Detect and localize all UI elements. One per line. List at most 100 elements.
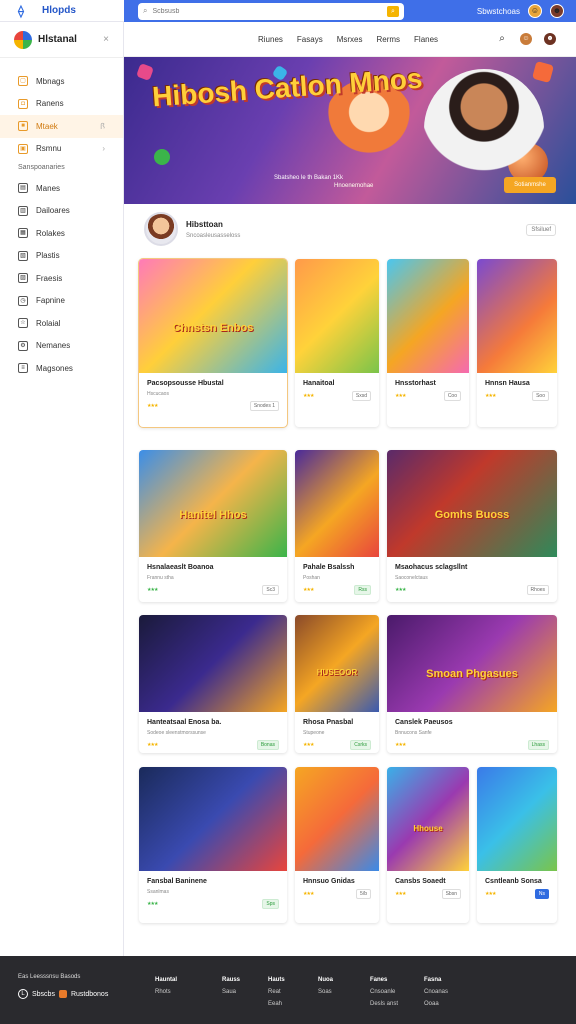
search-input[interactable] bbox=[152, 7, 382, 15]
footer-link[interactable]: Cnsoanle bbox=[370, 989, 395, 995]
avatar[interactable]: ☺ bbox=[528, 4, 542, 18]
search-button[interactable]: ⌕ bbox=[387, 5, 399, 17]
nav-link-5[interactable]: Flanes bbox=[414, 35, 438, 44]
nav-link-2[interactable]: Fasays bbox=[297, 35, 323, 44]
card-tag[interactable]: 5/b bbox=[356, 889, 371, 899]
game-title[interactable]: Hnsstorhast bbox=[387, 373, 469, 389]
game-card[interactable]: HUSEOOR Rhosa Pnasbal Stupeone ★★★ Csrks bbox=[295, 615, 379, 753]
card-tag[interactable]: Sc3 bbox=[262, 585, 279, 595]
game-thumbnail[interactable]: Chnstsn Enbos bbox=[139, 259, 287, 373]
profile-tag[interactable]: Sfsiluef bbox=[526, 224, 556, 236]
search-box[interactable]: ⌕ ⌕ bbox=[138, 2, 404, 20]
avatar-secondary[interactable]: ☻ bbox=[544, 33, 556, 45]
game-title[interactable]: Canslek Paeusos bbox=[387, 712, 557, 728]
footer-link[interactable]: Saua bbox=[222, 989, 236, 995]
card-tag[interactable]: Bonas bbox=[256, 740, 279, 750]
card-tag[interactable]: Sbsn bbox=[441, 889, 461, 899]
game-thumbnail[interactable]: Gomhs Buoss bbox=[387, 450, 557, 557]
game-card[interactable]: Hnsstorhast ★★★ Coo bbox=[387, 259, 469, 427]
game-thumbnail[interactable] bbox=[387, 259, 469, 373]
game-title[interactable]: Fansbal Baninene bbox=[139, 871, 287, 887]
game-card[interactable]: Smoan Phgasues Canslek Paeusos Bnnucons Sa… bbox=[387, 615, 557, 753]
game-title[interactable]: Csntleanb Sonsa bbox=[477, 871, 557, 887]
sidebar-item-9[interactable]: ▨ Fraesis bbox=[0, 267, 123, 290]
profile-block[interactable]: Hibsttoan Sncoasleusasseloss bbox=[144, 212, 240, 246]
sidebar-item-13[interactable]: ≡ Magsones bbox=[0, 357, 123, 380]
card-tag[interactable]: Sxsd bbox=[351, 391, 371, 401]
card-tag[interactable]: Csrks bbox=[350, 740, 371, 750]
game-thumbnail[interactable]: Smoan Phgasues bbox=[387, 615, 557, 712]
sidebar-item-11[interactable]: ☆ Rolaial bbox=[0, 312, 123, 335]
game-thumbnail[interactable] bbox=[139, 615, 287, 712]
footer-link[interactable]: Rhots bbox=[155, 989, 171, 995]
user-label[interactable]: Sbwstchoas bbox=[477, 7, 520, 16]
game-title[interactable]: Pacsopsousse Hbustal bbox=[139, 373, 287, 389]
game-card[interactable]: Gomhs Buoss Msaohacus sclagsllnt Saoconelc… bbox=[387, 450, 557, 602]
game-card[interactable]: Hnnsuo Gnidas ★★★ 5/b bbox=[295, 767, 379, 923]
game-card[interactable]: Csntleanb Sonsa ★★★ Ns bbox=[477, 767, 557, 923]
sidebar-item-4[interactable]: ▣ Rsmnu › bbox=[0, 138, 123, 161]
avatar[interactable] bbox=[144, 212, 178, 246]
sidebar-item-2[interactable]: ◘ Ranens bbox=[0, 93, 123, 116]
game-thumbnail[interactable] bbox=[295, 450, 379, 557]
avatar[interactable]: ☺ bbox=[520, 33, 532, 45]
sidebar-item-5[interactable]: ▤ Manes bbox=[0, 177, 123, 200]
avatar-secondary[interactable]: ☻ bbox=[550, 4, 564, 18]
game-title[interactable]: Pahale Bsalssh bbox=[295, 557, 379, 573]
card-tag[interactable]: Rhoes bbox=[526, 585, 549, 595]
game-thumbnail[interactable]: Hhouse bbox=[387, 767, 469, 871]
card-tag[interactable]: Rss bbox=[354, 585, 371, 595]
card-tag[interactable]: Lhass bbox=[527, 740, 549, 750]
game-card[interactable]: Hhouse Cansbs Soaedt ★★★ Sbsn bbox=[387, 767, 469, 923]
game-title[interactable]: Hanteatsaal Enosa ba. bbox=[139, 712, 287, 728]
game-title[interactable]: Hnnsn Hausa bbox=[477, 373, 557, 389]
close-icon[interactable]: × bbox=[103, 34, 109, 45]
game-card[interactable]: Fansbal Baninene Ssanlmas ★★★ Sps bbox=[139, 767, 287, 923]
footer-link[interactable]: Eeah bbox=[268, 1001, 282, 1007]
game-card[interactable]: Pahale Bsalssh Poshan ★★★ Rss bbox=[295, 450, 379, 602]
game-thumbnail[interactable] bbox=[477, 767, 557, 871]
card-tag[interactable]: Ns bbox=[534, 889, 549, 899]
footer-link[interactable]: Soas bbox=[318, 989, 332, 995]
game-thumbnail[interactable] bbox=[295, 767, 379, 871]
footer-link[interactable]: Reat bbox=[268, 989, 281, 995]
footer-link[interactable]: Cnoanas bbox=[424, 989, 448, 995]
game-card[interactable]: Hnnsn Hausa ★★★ Soo bbox=[477, 259, 557, 427]
game-card[interactable]: Chnstsn Enbos Pacsopsousse Hbustal Hscucao… bbox=[139, 259, 287, 427]
nav-link-4[interactable]: Rerms bbox=[376, 35, 400, 44]
card-tag[interactable]: Snodes 1 bbox=[249, 401, 279, 411]
game-title[interactable]: Cansbs Soaedt bbox=[387, 871, 469, 887]
game-title[interactable]: Hnnsuo Gnidas bbox=[295, 871, 379, 887]
sidebar-item-7[interactable]: ▦ Rolakes bbox=[0, 222, 123, 245]
sidebar-item-6[interactable]: ▥ Dailoares bbox=[0, 200, 123, 223]
footer-logo[interactable]: L Sbscbs Rustdbonos bbox=[18, 989, 108, 999]
sidebar-item-8[interactable]: ▧ Plastis bbox=[0, 245, 123, 268]
hero-button[interactable]: Sotianmshe bbox=[504, 177, 556, 193]
nav-link-1[interactable]: Riunes bbox=[258, 35, 283, 44]
sidebar-item-10[interactable]: ◷ Fapnine bbox=[0, 290, 123, 313]
card-tag[interactable]: Soo bbox=[532, 391, 549, 401]
footer-link[interactable]: Desls anst bbox=[370, 1001, 398, 1007]
sidebar-item-12[interactable]: ⚙ Nemanes bbox=[0, 335, 123, 358]
game-title[interactable]: Msaohacus sclagsllnt bbox=[387, 557, 557, 573]
sidebar-item-1[interactable]: ▢ Mbnags bbox=[0, 70, 123, 93]
card-tag[interactable]: Coo bbox=[443, 391, 461, 401]
game-thumbnail[interactable]: Hanitel Hhos bbox=[139, 450, 287, 557]
game-card[interactable]: Hanitel Hhos Hsnalaeaslt Boanoa Frannu sth… bbox=[139, 450, 287, 602]
sidebar-item-3[interactable]: ■ Mtaek ꟗ bbox=[0, 115, 123, 138]
search-icon[interactable]: ⌕ bbox=[496, 33, 508, 45]
nav-link-3[interactable]: Msrxes bbox=[337, 35, 363, 44]
card-tag[interactable]: Sps bbox=[262, 899, 279, 909]
brand-area[interactable]: ⟠ Hlopds bbox=[0, 0, 124, 22]
game-thumbnail[interactable] bbox=[295, 259, 379, 373]
game-title[interactable]: Hsnalaeaslt Boanoa bbox=[139, 557, 287, 573]
game-card[interactable]: Hanteatsaal Enosa ba. Sodeoe sleenstmorss… bbox=[139, 615, 287, 753]
game-title[interactable]: Rhosa Pnasbal bbox=[295, 712, 379, 728]
hero-banner[interactable]: Hibosh Catlon Mnos Sbatsheo le th Bakan … bbox=[124, 57, 576, 204]
game-thumbnail[interactable] bbox=[477, 259, 557, 373]
game-title[interactable]: Hanaitoal bbox=[295, 373, 379, 389]
game-thumbnail[interactable] bbox=[139, 767, 287, 871]
game-card[interactable]: Hanaitoal ★★★ Sxsd bbox=[295, 259, 379, 427]
footer-link[interactable]: Ooaa bbox=[424, 1001, 439, 1007]
game-thumbnail[interactable]: HUSEOOR bbox=[295, 615, 379, 712]
